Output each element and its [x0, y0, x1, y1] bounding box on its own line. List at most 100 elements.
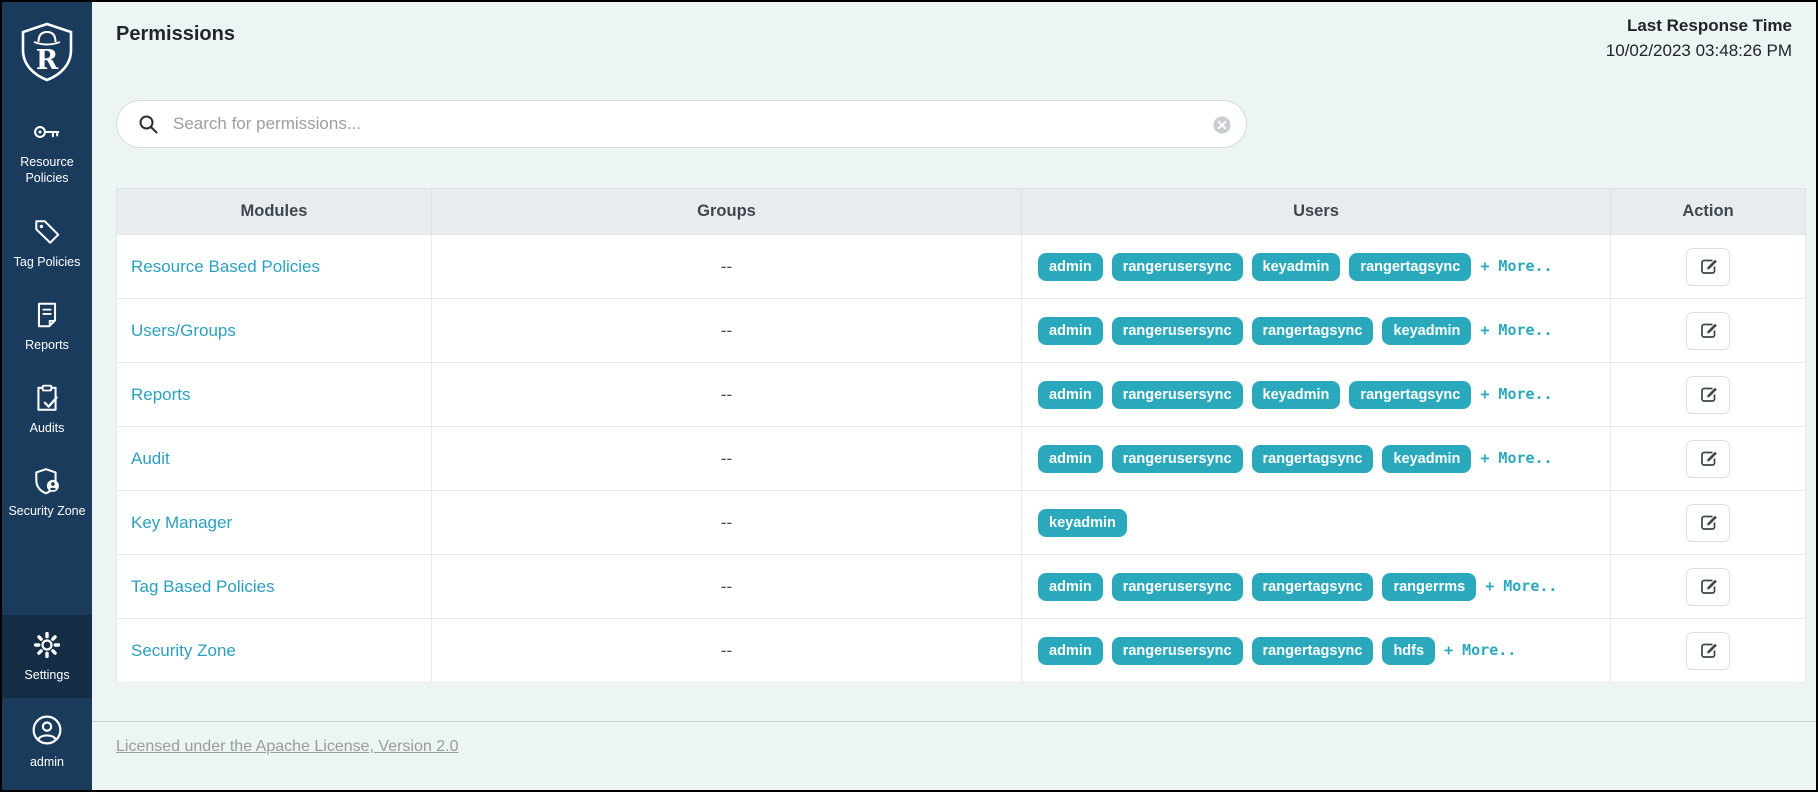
ranger-logo[interactable]: R — [2, 2, 92, 102]
more-link[interactable]: + More.. — [1480, 385, 1552, 403]
sidebar-item-tag-policies[interactable]: Tag Policies — [2, 202, 92, 285]
edit-pencil-icon — [1699, 321, 1718, 340]
module-link[interactable]: Key Manager — [131, 513, 232, 532]
search-section — [92, 66, 1816, 148]
user-badge: keyadmin — [1252, 253, 1341, 281]
user-badge: keyadmin — [1252, 381, 1341, 409]
search-icon — [139, 115, 158, 134]
sidebar-item-reports[interactable]: Reports — [2, 285, 92, 368]
edit-pencil-icon — [1699, 449, 1718, 468]
groups-cell: -- — [432, 299, 1022, 363]
last-response-time-value: 10/02/2023 03:48:26 PM — [1606, 39, 1792, 64]
user-badge: admin — [1038, 445, 1103, 473]
sidebar-item-label: Security Zone — [8, 503, 85, 519]
users-cell: admin rangerusersync keyadmin rangertagsync… — [1022, 363, 1611, 427]
groups-cell: -- — [432, 619, 1022, 683]
user-badge: rangertagsync — [1349, 253, 1471, 281]
column-header-groups: Groups — [432, 189, 1022, 235]
edit-button[interactable] — [1686, 504, 1730, 542]
groups-cell: -- — [432, 235, 1022, 299]
ranger-shield-logo-icon: R — [19, 21, 75, 83]
module-link[interactable]: Audit — [131, 449, 170, 468]
svg-text:R: R — [36, 45, 59, 76]
module-link[interactable]: Security Zone — [131, 641, 236, 660]
sidebar-item-label: Reports — [25, 337, 69, 353]
user-badge: admin — [1038, 573, 1103, 601]
edit-pencil-icon — [1699, 385, 1718, 404]
module-link[interactable]: Reports — [131, 385, 191, 404]
user-circle-icon — [30, 713, 64, 747]
edit-pencil-icon — [1699, 641, 1718, 660]
user-badge: rangerusersync — [1112, 317, 1243, 345]
permissions-table-section: Modules Groups Users Action Resource Bas… — [92, 148, 1816, 683]
more-link[interactable]: + More.. — [1485, 577, 1557, 595]
app-window: R Resource Policies Tag Policies Repo — [0, 0, 1818, 792]
column-header-modules: Modules — [117, 189, 432, 235]
sidebar-item-settings[interactable]: Settings — [2, 615, 92, 698]
sidebar-item-label: Audits — [30, 420, 65, 436]
groups-cell: -- — [432, 363, 1022, 427]
report-icon — [32, 300, 62, 330]
more-link[interactable]: + More.. — [1480, 257, 1552, 275]
groups-cell: -- — [432, 427, 1022, 491]
user-badge: admin — [1038, 637, 1103, 665]
clear-search-icon[interactable] — [1213, 116, 1231, 137]
table-row: Key Manager -- keyadmin — [117, 491, 1806, 555]
footer: Licensed under the Apache License, Versi… — [92, 721, 1816, 772]
users-cell: keyadmin — [1022, 491, 1611, 555]
license-link[interactable]: Licensed under the Apache License, Versi… — [116, 738, 458, 755]
user-badge: rangerrms — [1382, 573, 1476, 601]
user-badge: hdfs — [1382, 637, 1435, 665]
more-link[interactable]: + More.. — [1480, 449, 1552, 467]
sidebar-item-label: Tag Policies — [14, 254, 81, 270]
gear-icon — [32, 630, 62, 660]
shield-user-icon — [32, 466, 62, 496]
table-row: Audit -- adminrangerusersyncrangertagsyn… — [117, 427, 1806, 491]
page-header: Permissions Last Response Time 10/02/202… — [92, 2, 1816, 66]
sidebar-item-admin-user[interactable]: admin — [2, 698, 92, 790]
sidebar: R Resource Policies Tag Policies Repo — [2, 2, 92, 790]
table-row: Tag Based Policies -- admin rangerusersyn… — [117, 555, 1806, 619]
edit-button[interactable] — [1686, 248, 1730, 286]
user-badge: rangerusersync — [1112, 381, 1243, 409]
column-header-users: Users — [1022, 189, 1611, 235]
edit-button[interactable] — [1686, 312, 1730, 350]
user-badge: rangerusersync — [1112, 253, 1243, 281]
search-box — [116, 100, 1247, 148]
edit-pencil-icon — [1699, 257, 1718, 276]
more-link[interactable]: + More.. — [1444, 641, 1516, 659]
tag-icon — [32, 217, 62, 247]
module-link[interactable]: Tag Based Policies — [131, 577, 275, 596]
user-badge: admin — [1038, 381, 1103, 409]
clipboard-check-icon — [32, 383, 62, 413]
module-link[interactable]: Resource Based Policies — [131, 257, 320, 276]
column-header-action: Action — [1611, 189, 1806, 235]
edit-button[interactable] — [1686, 632, 1730, 670]
user-badge: rangertagsync — [1252, 317, 1374, 345]
permissions-table: Modules Groups Users Action Resource Bas… — [116, 188, 1806, 683]
table-row: Reports -- admin rangerusersync keyadmin ra… — [117, 363, 1806, 427]
sidebar-item-label: admin — [30, 754, 64, 770]
edit-button[interactable] — [1686, 376, 1730, 414]
users-cell: adminrangerusersyncrangertagsynckeyadmin… — [1022, 427, 1611, 491]
user-badge: rangerusersync — [1112, 573, 1243, 601]
sidebar-item-resource-policies[interactable]: Resource Policies — [2, 102, 92, 202]
search-input[interactable] — [117, 101, 1246, 147]
groups-cell: -- — [432, 555, 1022, 619]
user-badge: rangerusersync — [1112, 637, 1243, 665]
sidebar-item-audits[interactable]: Audits — [2, 368, 92, 451]
users-cell: adminrangerusersyncrangertagsynchdfs+ Mo… — [1022, 619, 1611, 683]
sidebar-item-label: Resource Policies — [5, 154, 89, 187]
sidebar-item-security-zone[interactable]: Security Zone — [2, 451, 92, 534]
edit-button[interactable] — [1686, 440, 1730, 478]
user-badge: rangerusersync — [1112, 445, 1243, 473]
key-icon — [32, 117, 62, 147]
module-link[interactable]: Users/Groups — [131, 321, 236, 340]
user-badge: keyadmin — [1038, 509, 1127, 537]
sidebar-item-label: Settings — [24, 667, 69, 683]
edit-button[interactable] — [1686, 568, 1730, 606]
last-response-time: Last Response Time 10/02/2023 03:48:26 P… — [1606, 4, 1792, 63]
more-link[interactable]: + More.. — [1480, 321, 1552, 339]
user-badge: rangertagsync — [1349, 381, 1471, 409]
table-row: Users/Groups -- adminrangerusersyncrange… — [117, 299, 1806, 363]
